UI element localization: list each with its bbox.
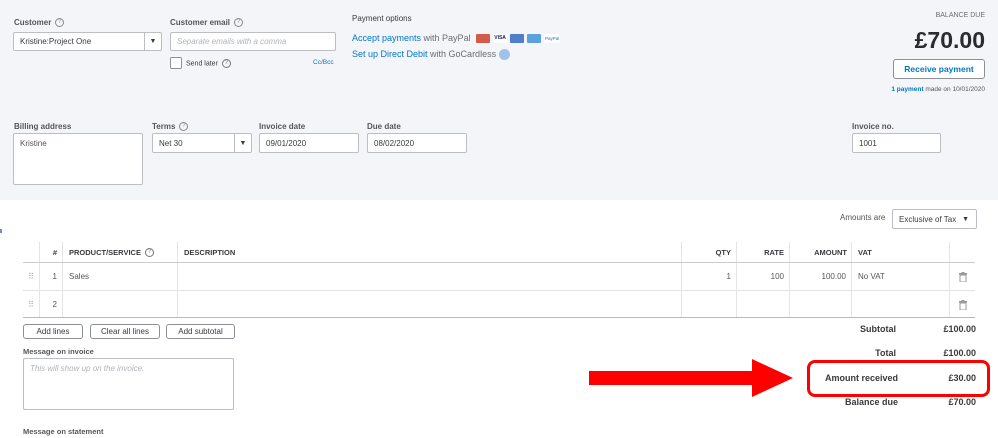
help-icon[interactable]: ?: [221, 59, 231, 68]
customer-label: Customer?: [14, 18, 65, 28]
column-header-num: #: [40, 242, 63, 262]
invoice-no-label: Invoice no.: [852, 122, 894, 131]
table-cell-vat[interactable]: No VAT: [852, 263, 950, 290]
help-icon[interactable]: ?: [179, 122, 189, 132]
chevron-down-icon[interactable]: ▼: [234, 134, 251, 152]
gocardless-icon: [498, 49, 510, 61]
table-cell-amount[interactable]: [790, 291, 852, 318]
column-header-vat: VAT: [852, 242, 950, 262]
highlight-box: [807, 360, 990, 397]
table-cell-product[interactable]: Sales: [63, 263, 178, 290]
balance-due-total-label: Balance due: [844, 397, 898, 407]
column-header-rate: RATE: [737, 242, 790, 262]
trash-icon[interactable]: [958, 271, 967, 282]
table-cell-qty[interactable]: [682, 291, 737, 318]
column-header-product: PRODUCT/SERVICE?: [63, 242, 178, 262]
add-lines-button[interactable]: Add lines: [23, 324, 83, 339]
drag-column-header: [23, 242, 40, 262]
customer-email-input[interactable]: Separate emails with a comma: [170, 32, 336, 51]
invoice-date-label: Invoice date: [259, 122, 306, 131]
help-icon[interactable]: ?: [144, 247, 154, 257]
column-header-qty: QTY: [682, 242, 737, 262]
message-invoice-input[interactable]: This will show up on the invoice.: [23, 358, 234, 410]
total-label: Total: [875, 348, 896, 358]
table-cell-rate[interactable]: [737, 291, 790, 318]
customer-select[interactable]: Kristine:Project One ▼: [13, 32, 162, 51]
add-subtotal-button[interactable]: Add subtotal: [166, 324, 235, 339]
payment-info: 1 payment made on 10/01/2020: [891, 86, 985, 93]
invoice-header-panel: [0, 0, 998, 200]
receive-payment-button[interactable]: Receive payment: [893, 59, 985, 79]
invoice-no-input[interactable]: 1001: [852, 133, 941, 153]
maestro-icon: [510, 34, 525, 44]
table-cell-amount[interactable]: 100.00: [790, 263, 852, 290]
amounts-are-select[interactable]: Exclusive of Tax ▼: [892, 209, 977, 229]
red-arrow-icon: [589, 359, 793, 397]
drag-handle-icon[interactable]: ⠿: [23, 291, 40, 318]
table-cell-description[interactable]: [178, 291, 682, 318]
total-value: £100.00: [943, 348, 976, 358]
help-icon[interactable]: ?: [234, 18, 244, 28]
delete-row-button[interactable]: [950, 291, 975, 318]
balance-due-label: BALANCE DUE: [935, 12, 985, 19]
table-cell-vat[interactable]: [852, 291, 950, 318]
payment-options-title: Payment options: [352, 14, 412, 23]
billing-address-label: Billing address: [14, 122, 72, 131]
table-cell-rate[interactable]: 100: [737, 263, 790, 290]
table-cell-num: 1: [40, 263, 63, 290]
chevron-down-icon[interactable]: ▼: [144, 33, 161, 50]
mastercard-icon: [476, 34, 491, 44]
send-later-label: Send later?: [186, 59, 231, 68]
trash-icon[interactable]: [958, 299, 967, 310]
gocardless-line: Set up Direct Debit with GoCardless: [352, 49, 510, 61]
table-cell-description[interactable]: [178, 263, 682, 290]
table-cell-num: 2: [40, 291, 63, 318]
message-statement-label: Message on statement: [23, 427, 104, 436]
visa-icon: VISA: [493, 34, 508, 44]
amex-icon: [527, 34, 542, 44]
drag-handle-icon[interactable]: ⠿: [23, 263, 40, 290]
paypal-line: Accept payments with PayPal VISA PayPal: [352, 33, 561, 44]
message-invoice-label: Message on invoice: [23, 347, 94, 356]
customer-email-label: Customer email?: [170, 18, 244, 28]
help-icon[interactable]: ?: [55, 18, 65, 28]
column-header-description: DESCRIPTION: [178, 242, 682, 262]
cc-bcc-link[interactable]: Cc/Bcc: [313, 59, 334, 66]
terms-label: Terms?: [152, 122, 189, 132]
divider: [23, 317, 975, 318]
send-later-checkbox[interactable]: [170, 57, 182, 69]
payment-link[interactable]: 1 payment: [891, 86, 923, 93]
table-cell-product[interactable]: [63, 291, 178, 318]
balance-due-amount: £70.00: [914, 27, 985, 53]
accept-payments-link[interactable]: Accept payments: [352, 33, 421, 43]
invoice-date-input[interactable]: 09/01/2020: [259, 133, 359, 153]
billing-address-input[interactable]: Kristine: [13, 133, 143, 185]
table-cell-qty[interactable]: 1: [682, 263, 737, 290]
paypal-icon: PayPal: [544, 34, 561, 44]
subtotal-value: £100.00: [943, 324, 976, 334]
subtotal-label: Subtotal: [860, 324, 896, 334]
terms-select[interactable]: Net 30 ▼: [152, 133, 252, 153]
chevron-down-icon[interactable]: ▼: [962, 216, 969, 223]
direct-debit-link[interactable]: Set up Direct Debit: [352, 49, 428, 59]
amounts-are-label: Amounts are: [840, 213, 886, 222]
column-header-amount: AMOUNT: [790, 242, 852, 262]
balance-due-total-value: £70.00: [948, 397, 976, 407]
due-date-input[interactable]: 08/02/2020: [367, 133, 467, 153]
due-date-label: Due date: [367, 122, 401, 131]
delete-row-button[interactable]: [950, 263, 975, 290]
clear-all-lines-button[interactable]: Clear all lines: [90, 324, 160, 339]
edge-marker: [0, 229, 2, 233]
